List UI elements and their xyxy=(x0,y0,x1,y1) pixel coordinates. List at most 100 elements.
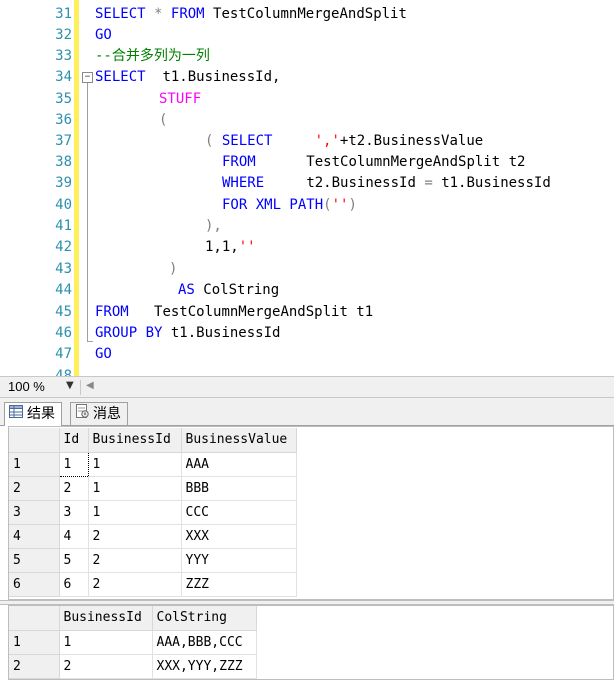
chevron-down-icon[interactable]: ▼ xyxy=(66,380,74,391)
line-number: 42 xyxy=(55,239,72,255)
comment: --合并多列为一列 xyxy=(95,48,210,64)
keyword: FROM xyxy=(95,304,129,320)
outline-end xyxy=(87,341,93,342)
code-line-46: GROUP BY t1.BusinessId xyxy=(95,323,280,344)
column-header[interactable]: ColString xyxy=(152,606,257,631)
outline-line xyxy=(87,80,88,342)
scroll-left-icon[interactable]: ◀ xyxy=(86,380,94,391)
line-number: 47 xyxy=(55,346,72,362)
row-number[interactable]: 2 xyxy=(9,654,60,679)
table-cell[interactable]: ZZZ xyxy=(181,572,297,597)
string-literal: '' xyxy=(331,197,349,213)
line-number: 38 xyxy=(55,154,72,170)
table-cell[interactable]: XXX,YYY,ZZZ xyxy=(152,654,257,679)
table-row[interactable]: 6 6 2 ZZZ xyxy=(9,572,297,597)
row-number[interactable]: 5 xyxy=(9,548,60,573)
table-cell[interactable]: 2 xyxy=(88,548,182,573)
column-header[interactable]: BusinessId xyxy=(59,606,153,631)
table-row[interactable]: 2 2 XXX,YYY,ZZZ xyxy=(9,654,257,679)
tab-results-label: 结果 xyxy=(27,406,55,422)
code-line-34: SELECT t1.BusinessId, xyxy=(95,67,280,88)
keyword: FROM xyxy=(170,6,205,22)
identifier: TestColumnMergeAndSplit t2 xyxy=(306,154,526,170)
line-number: 48 xyxy=(55,368,72,376)
divider xyxy=(80,380,81,395)
code-line-41: ), xyxy=(205,216,222,237)
row-number[interactable]: 2 xyxy=(9,476,60,501)
table-cell[interactable]: 4 xyxy=(59,524,89,549)
operator: = xyxy=(424,175,433,191)
table-cell[interactable]: 1 xyxy=(88,452,182,477)
code-line-37: ( SELECT ','+t2.BusinessValue xyxy=(205,131,483,152)
table-row[interactable]: 1 1 1 AAA xyxy=(9,451,297,477)
editor-status-bar: 100 % ▼ ◀ xyxy=(0,376,614,398)
table-cell[interactable]: 2 xyxy=(59,476,89,501)
table-cell[interactable]: XXX xyxy=(181,524,297,549)
tab-messages[interactable]: 消息 xyxy=(70,402,128,425)
table-cell[interactable]: AAA,BBB,CCC xyxy=(152,630,257,655)
string-literal: '' xyxy=(238,239,256,255)
row-number[interactable]: 4 xyxy=(9,524,60,549)
table-cell[interactable]: BBB xyxy=(181,476,297,501)
table-cell[interactable]: 2 xyxy=(88,572,182,597)
identifier: +t2.BusinessValue xyxy=(339,133,484,149)
identifier: TestColumnMergeAndSplit t1 xyxy=(154,304,374,320)
row-number[interactable]: 1 xyxy=(9,630,60,655)
line-number: 35 xyxy=(55,91,72,107)
column-header[interactable]: BusinessId xyxy=(88,428,182,453)
keyword: SELECT xyxy=(95,69,146,85)
table-cell[interactable]: 6 xyxy=(59,572,89,597)
identifier: t1.BusinessId xyxy=(441,175,551,191)
table-row[interactable]: 1 1 AAA,BBB,CCC xyxy=(9,630,257,655)
table-cell[interactable]: YYY xyxy=(181,548,297,573)
table-cell[interactable]: 1 xyxy=(88,500,182,525)
identifier: t2.BusinessId xyxy=(306,175,416,191)
keyword: GO xyxy=(95,27,112,43)
column-header[interactable]: Id xyxy=(59,428,89,453)
table-cell[interactable]: 1 xyxy=(59,630,153,655)
result-grid-2[interactable]: BusinessId ColString 1 1 AAA,BBB,CCC 2 2… xyxy=(9,606,257,679)
line-number: 33 xyxy=(55,48,72,64)
table-cell[interactable]: 1 xyxy=(58,451,89,477)
paren: ) xyxy=(348,197,357,213)
row-number[interactable]: 1 xyxy=(9,452,60,477)
keyword: FROM xyxy=(222,154,256,170)
paren: ( xyxy=(205,133,214,149)
identifier: ColString xyxy=(203,282,280,298)
line-number: 45 xyxy=(55,304,72,320)
column-header[interactable]: BusinessValue xyxy=(181,428,297,453)
line-number: 44 xyxy=(55,282,72,298)
code-line-47: GO xyxy=(95,344,112,365)
row-number[interactable]: 6 xyxy=(9,572,60,597)
table-cell[interactable]: CCC xyxy=(181,500,297,525)
zoom-level[interactable]: 100 % xyxy=(8,379,45,394)
line-number-gutter: 31 32 33 34 35 36 37 38 39 40 41 42 43 4… xyxy=(0,0,72,376)
keyword: GO xyxy=(95,346,112,362)
messages-icon xyxy=(75,403,89,425)
tab-messages-label: 消息 xyxy=(93,406,121,422)
table-row[interactable]: 4 4 2 XXX xyxy=(9,524,297,549)
row-number[interactable]: 3 xyxy=(9,500,60,525)
row-header-corner xyxy=(9,606,60,631)
results-pane: Id BusinessId BusinessValue 1 1 1 AAA 2 … xyxy=(0,426,614,680)
code-line-31: SELECT * FROM TestColumnMergeAndSplit xyxy=(95,4,407,25)
sql-editor[interactable]: 31 32 33 34 35 36 37 38 39 40 41 42 43 4… xyxy=(0,0,614,376)
table-row[interactable]: 3 3 1 CCC xyxy=(9,500,297,525)
keyword: SELECT xyxy=(95,6,146,22)
table-cell[interactable]: 1 xyxy=(88,476,182,501)
table-cell[interactable]: 2 xyxy=(88,524,182,549)
table-cell[interactable]: 3 xyxy=(59,500,89,525)
row-header-corner xyxy=(9,428,60,453)
table-cell[interactable]: 5 xyxy=(59,548,89,573)
table-cell[interactable]: 2 xyxy=(59,654,153,679)
collapse-outline-icon[interactable]: − xyxy=(82,72,93,83)
table-cell[interactable]: AAA xyxy=(181,452,297,477)
line-number: 40 xyxy=(55,197,72,213)
table-row[interactable]: 2 2 1 BBB xyxy=(9,476,297,501)
line-number: 37 xyxy=(55,133,72,149)
identifier: t1.BusinessId xyxy=(170,325,281,341)
line-number: 34 xyxy=(55,69,72,85)
table-row[interactable]: 5 5 2 YYY xyxy=(9,548,297,573)
tab-results[interactable]: 结果 xyxy=(4,402,62,426)
result-grid-1[interactable]: Id BusinessId BusinessValue 1 1 1 AAA 2 … xyxy=(9,428,297,597)
